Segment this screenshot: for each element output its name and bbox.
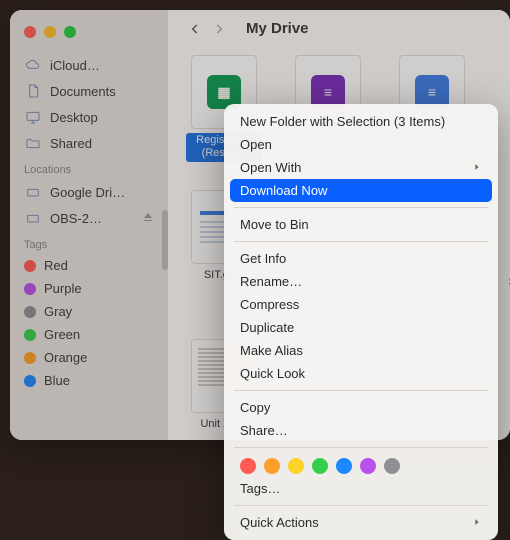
sidebar-tag-orange[interactable]: Orange xyxy=(10,346,168,369)
ctx-label: Quick Actions xyxy=(240,515,319,530)
separator xyxy=(234,390,488,391)
chevron-right-icon xyxy=(472,160,482,175)
sidebar-tag-blue[interactable]: Blue xyxy=(10,369,168,392)
tag-dot-icon xyxy=(24,306,36,318)
separator xyxy=(234,241,488,242)
ctx-move-to-bin[interactable]: Move to Bin xyxy=(224,213,498,236)
tag-swatch-gray[interactable] xyxy=(384,458,400,474)
ctx-label: Duplicate xyxy=(240,320,294,335)
ctx-quick-actions[interactable]: Quick Actions xyxy=(224,511,498,534)
ctx-open[interactable]: Open xyxy=(224,133,498,156)
sidebar-label: Documents xyxy=(50,84,116,99)
ctx-quick-look[interactable]: Quick Look xyxy=(224,362,498,385)
sidebar-label: Google Dri… xyxy=(50,185,125,200)
sidebar-item-desktop[interactable]: Desktop xyxy=(10,104,168,130)
ctx-label: Compress xyxy=(240,297,299,312)
ctx-label: Open With xyxy=(240,160,301,175)
ctx-label: New Folder with Selection (3 Items) xyxy=(240,114,445,129)
sidebar-tag-purple[interactable]: Purple xyxy=(10,277,168,300)
separator xyxy=(234,447,488,448)
ctx-label: Rename… xyxy=(240,274,302,289)
ctx-label: Open xyxy=(240,137,272,152)
drive-icon xyxy=(24,183,42,201)
tag-swatch-red[interactable] xyxy=(240,458,256,474)
ctx-label: Move to Bin xyxy=(240,217,309,232)
ctx-label: Get Info xyxy=(240,251,286,266)
chevron-right-icon xyxy=(472,515,482,530)
back-button[interactable] xyxy=(184,18,206,40)
tag-label: Green xyxy=(44,327,80,342)
location-title: My Drive xyxy=(246,20,309,37)
drive-icon xyxy=(24,209,42,227)
ctx-tags[interactable]: Tags… xyxy=(224,477,498,500)
sidebar-item-shared[interactable]: Shared xyxy=(10,130,168,156)
zoom-button[interactable] xyxy=(64,26,76,38)
sidebar: iCloud… Documents Desktop Shared Locatio… xyxy=(10,10,168,440)
ctx-rename[interactable]: Rename… xyxy=(224,270,498,293)
sidebar-tag-green[interactable]: Green xyxy=(10,323,168,346)
ctx-label: Copy xyxy=(240,400,270,415)
tag-swatch-blue[interactable] xyxy=(336,458,352,474)
sidebar-item-google-drive[interactable]: Google Dri… xyxy=(10,179,168,205)
sidebar-label: iCloud… xyxy=(50,58,100,73)
minimize-button[interactable] xyxy=(44,26,56,38)
ctx-share[interactable]: Share… xyxy=(224,419,498,442)
ctx-compress[interactable]: Compress xyxy=(224,293,498,316)
ctx-tag-swatches xyxy=(224,453,498,477)
tag-swatch-purple[interactable] xyxy=(360,458,376,474)
ctx-label: Share… xyxy=(240,423,288,438)
sidebar-tag-red[interactable]: Red xyxy=(10,254,168,277)
separator xyxy=(234,207,488,208)
folder-icon xyxy=(24,134,42,152)
locations-header: Locations xyxy=(10,156,168,179)
tag-swatch-orange[interactable] xyxy=(264,458,280,474)
ctx-get-info[interactable]: Get Info xyxy=(224,247,498,270)
sidebar-item-icloud[interactable]: iCloud… xyxy=(10,52,168,78)
tags-header: Tags xyxy=(10,231,168,254)
tag-dot-icon xyxy=(24,352,36,364)
ctx-make-alias[interactable]: Make Alias xyxy=(224,339,498,362)
sidebar-scrollbar[interactable] xyxy=(162,210,168,270)
sidebar-item-obs[interactable]: OBS-2… xyxy=(10,205,168,231)
ctx-new-folder[interactable]: New Folder with Selection (3 Items) xyxy=(224,110,498,133)
ctx-duplicate[interactable]: Duplicate xyxy=(224,316,498,339)
tag-label: Blue xyxy=(44,373,70,388)
ctx-download-now[interactable]: Download Now xyxy=(230,179,492,202)
ctx-open-with[interactable]: Open With xyxy=(224,156,498,179)
tag-label: Orange xyxy=(44,350,87,365)
desktop-icon xyxy=(24,108,42,126)
ctx-label: Download Now xyxy=(240,183,327,198)
tag-label: Purple xyxy=(44,281,82,296)
cloud-icon xyxy=(24,56,42,74)
sidebar-label: Desktop xyxy=(50,110,98,125)
context-menu: New Folder with Selection (3 Items) Open… xyxy=(224,104,498,540)
window-controls xyxy=(10,20,168,52)
forward-button[interactable] xyxy=(208,18,230,40)
separator xyxy=(234,505,488,506)
sidebar-item-documents[interactable]: Documents xyxy=(10,78,168,104)
tag-label: Gray xyxy=(44,304,72,319)
sidebar-label: Shared xyxy=(50,136,92,151)
tag-label: Red xyxy=(44,258,68,273)
close-button[interactable] xyxy=(24,26,36,38)
tag-dot-icon xyxy=(24,329,36,341)
ctx-label: Make Alias xyxy=(240,343,303,358)
tag-dot-icon xyxy=(24,260,36,272)
sidebar-label: OBS-2… xyxy=(50,211,102,226)
tag-swatch-yellow[interactable] xyxy=(288,458,304,474)
ctx-copy[interactable]: Copy xyxy=(224,396,498,419)
toolbar: My Drive xyxy=(168,10,510,47)
tag-dot-icon xyxy=(24,283,36,295)
ctx-label: Tags… xyxy=(240,481,280,496)
ctx-label: Quick Look xyxy=(240,366,305,381)
tag-dot-icon xyxy=(24,375,36,387)
eject-icon[interactable] xyxy=(142,211,154,226)
sidebar-tag-gray[interactable]: Gray xyxy=(10,300,168,323)
document-icon xyxy=(24,82,42,100)
tag-swatch-green[interactable] xyxy=(312,458,328,474)
